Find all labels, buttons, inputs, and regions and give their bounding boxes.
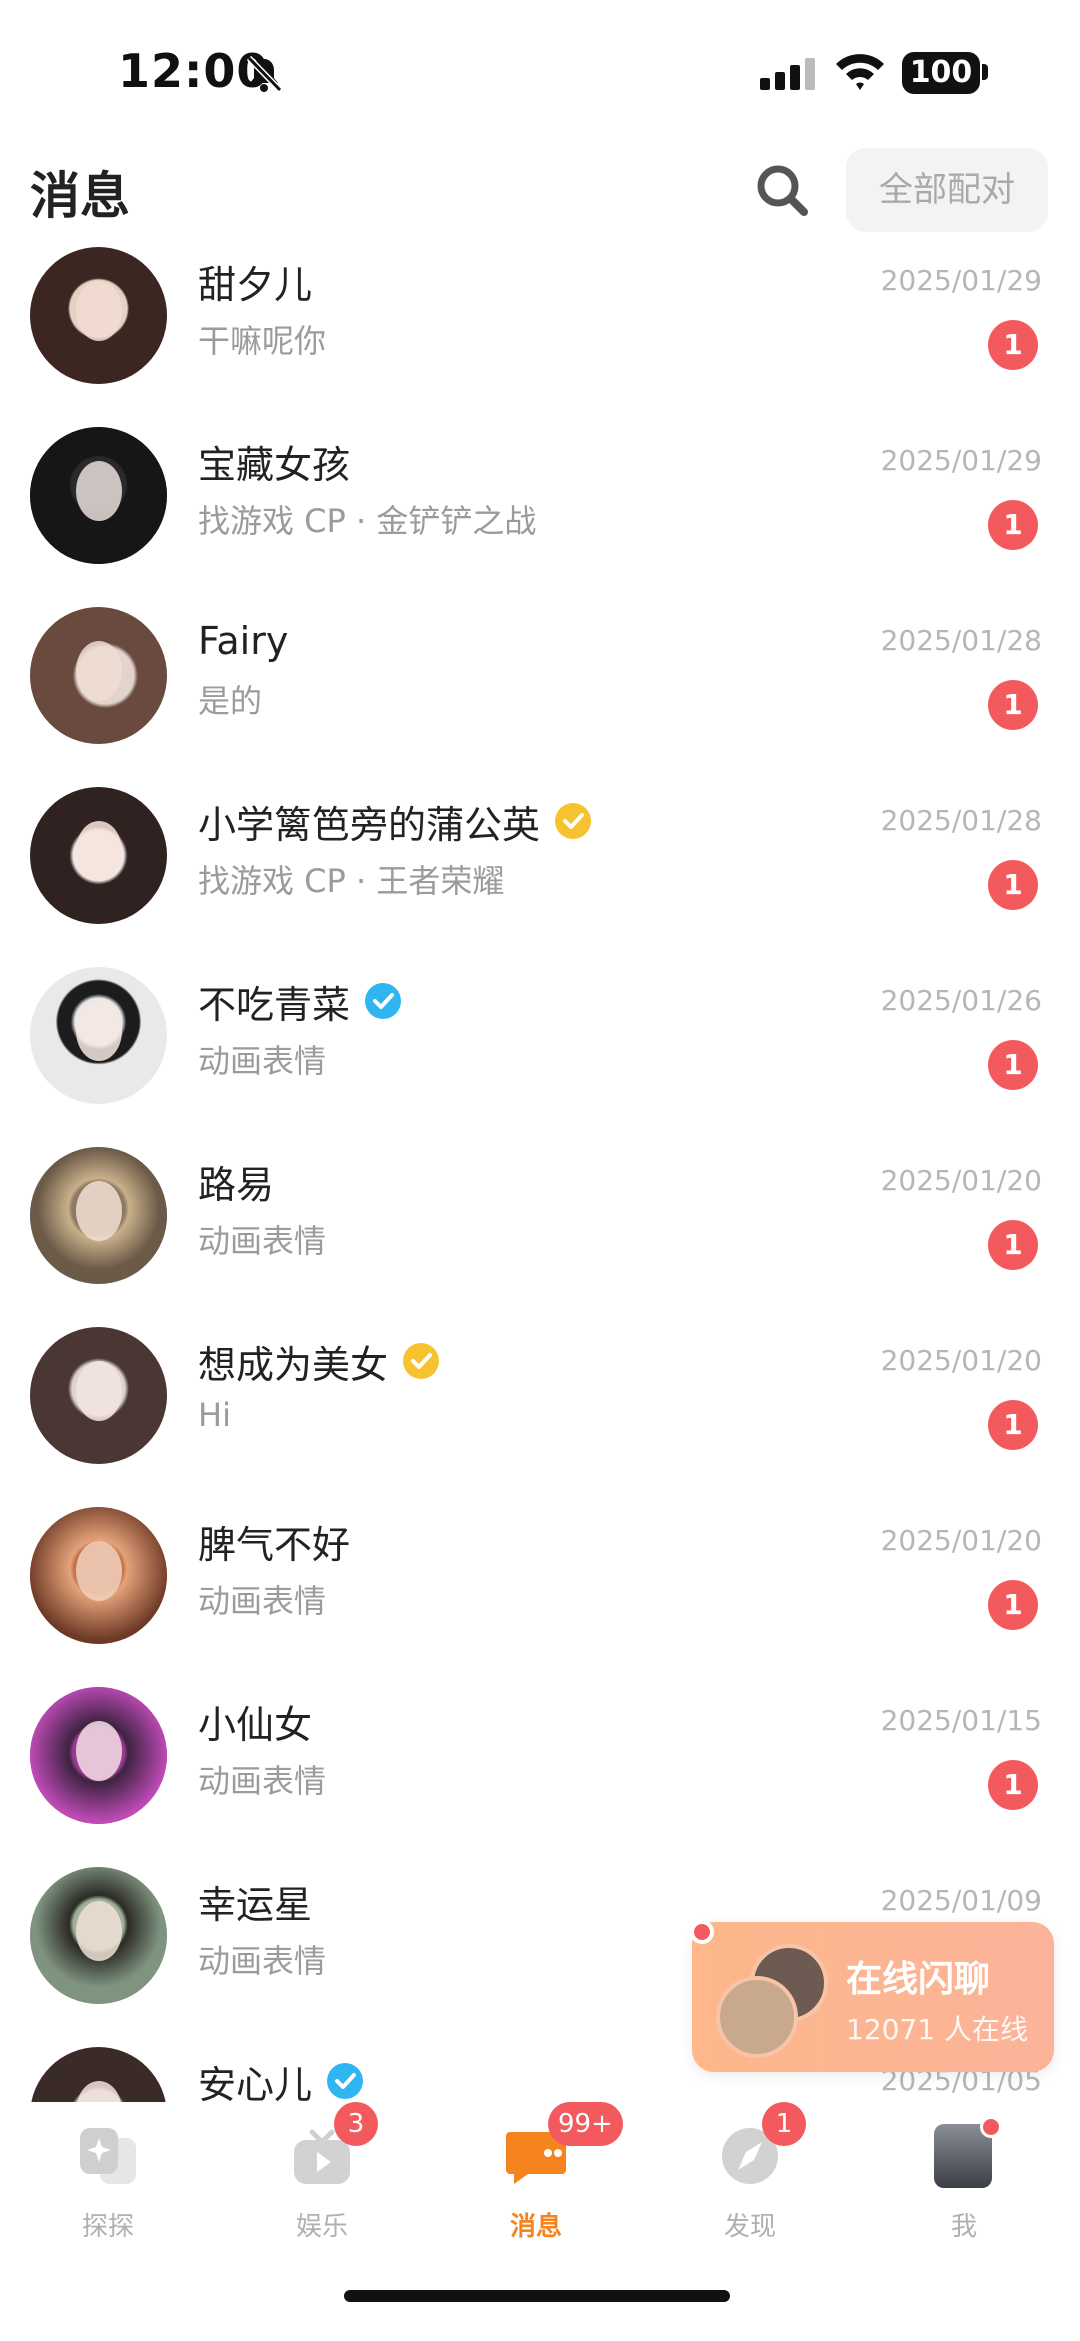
unread-badge: 1	[988, 320, 1038, 370]
unread-badge: 1	[988, 1040, 1038, 1090]
page-title: 消息	[30, 167, 130, 225]
bottom-tab-bar: 探探 3 娱乐 99+ 消息 1 发现 我	[0, 2102, 1080, 2341]
contact-name: 宝藏女孩	[198, 442, 351, 487]
cellular-signal-icon	[760, 58, 815, 90]
chat-item[interactable]: Fairy 是的 2025/01/28 1	[0, 604, 1080, 784]
online-chat-title: 在线闪聊	[846, 1959, 991, 2000]
verified-blue-icon	[327, 2063, 364, 2099]
message-date: 2025/01/20	[880, 1164, 1042, 1197]
verified-blue-icon	[365, 983, 402, 1019]
contact-name: 路易	[198, 1162, 275, 1207]
chat-item[interactable]: 甜夕儿 干嘛呢你 2025/01/29 1	[0, 244, 1080, 424]
chat-item[interactable]: 小仙女 动画表情 2025/01/15 1	[0, 1684, 1080, 1864]
message-preview: 动画表情	[198, 1942, 327, 1980]
message-date: 2025/01/28	[880, 804, 1042, 837]
message-date: 2025/01/15	[880, 1704, 1042, 1737]
sparkle-card-icon	[80, 2128, 136, 2184]
chat-item[interactable]: 路易 动画表情 2025/01/20 1	[0, 1144, 1080, 1324]
tab-label: 娱乐	[295, 2212, 348, 2242]
chat-item[interactable]: 想成为美女 Hi 2025/01/20 1	[0, 1324, 1080, 1504]
message-date: 2025/01/29	[880, 264, 1042, 297]
battery-indicator: 100	[902, 52, 980, 94]
contact-name: 想成为美女	[198, 1342, 389, 1387]
search-icon[interactable]	[752, 160, 812, 220]
message-preview: 动画表情	[198, 1582, 327, 1620]
unread-badge: 1	[988, 860, 1038, 910]
contact-name: 不吃青菜	[198, 982, 351, 1027]
notification-dot	[690, 1920, 714, 1944]
wifi-icon	[836, 54, 884, 90]
contact-name: 安心儿	[198, 2062, 313, 2103]
chat-item[interactable]: 宝藏女孩 找游戏 CP · 金铲铲之战 2025/01/29 1	[0, 424, 1080, 604]
header: 消息 全部配对	[0, 140, 1080, 240]
chat-item[interactable]: 不吃青菜 动画表情 2025/01/26 1	[0, 964, 1080, 1144]
tab-tantan[interactable]: 探探	[48, 2124, 168, 2254]
tab-badge: 99+	[548, 2102, 623, 2146]
tab-me[interactable]: 我	[904, 2116, 1024, 2254]
contact-name: 小学篱笆旁的蒲公英	[198, 802, 541, 847]
notification-dot	[980, 2116, 1002, 2138]
message-date: 2025/01/20	[880, 1524, 1042, 1557]
verified-gold-icon	[555, 803, 592, 839]
bell-muted-icon	[246, 55, 283, 93]
unread-badge: 1	[988, 1580, 1038, 1630]
tab-badge: 1	[762, 2102, 806, 2146]
status-bar: 12:00 100	[0, 0, 1080, 140]
unread-badge: 1	[988, 1760, 1038, 1810]
avatar	[30, 427, 167, 564]
message-preview: 是的	[198, 682, 263, 720]
online-count: 12071 人在线	[846, 2013, 1028, 2046]
battery-tip	[982, 64, 988, 80]
message-date: 2025/01/26	[880, 984, 1042, 1017]
unread-badge: 1	[988, 680, 1038, 730]
contact-name: 甜夕儿	[198, 262, 313, 307]
all-matches-button[interactable]: 全部配对	[846, 148, 1048, 232]
tab-label: 我	[950, 2212, 977, 2242]
contact-name: 幸运星	[198, 1882, 313, 1927]
message-date: 2025/01/28	[880, 624, 1042, 657]
tab-label: 探探	[81, 2212, 134, 2242]
online-user-avatar	[716, 1976, 798, 2058]
unread-badge: 1	[988, 1400, 1038, 1450]
avatar	[30, 967, 167, 1104]
contact-name: 脾气不好	[198, 1522, 351, 1567]
avatar	[30, 1147, 167, 1284]
avatar	[30, 1687, 167, 1824]
tab-discover[interactable]: 1 发现	[690, 2102, 810, 2254]
message-preview: 干嘛呢你	[198, 322, 327, 360]
message-date: 2025/01/29	[880, 444, 1042, 477]
chat-item[interactable]: 小学篱笆旁的蒲公英 找游戏 CP · 王者荣耀 2025/01/28 1	[0, 784, 1080, 964]
avatar	[30, 607, 167, 744]
home-indicator	[344, 2290, 730, 2302]
avatar	[30, 247, 167, 384]
tab-messages[interactable]: 99+ 消息	[476, 2102, 623, 2254]
message-preview: Hi	[198, 1396, 231, 1434]
message-preview: 找游戏 CP · 金铲铲之战	[198, 502, 537, 540]
message-preview: 动画表情	[198, 1762, 327, 1800]
avatar	[30, 787, 167, 924]
chat-item[interactable]: 脾气不好 动画表情 2025/01/20 1	[0, 1504, 1080, 1684]
tab-label: 发现	[723, 2212, 776, 2242]
message-date: 2025/01/09	[880, 1884, 1042, 1917]
avatar	[30, 2047, 167, 2102]
message-date: 2025/01/20	[880, 1344, 1042, 1377]
message-preview: 动画表情	[198, 1222, 327, 1260]
avatar	[30, 1327, 167, 1464]
message-preview: 动画表情	[198, 1042, 327, 1080]
unread-badge: 1	[988, 500, 1038, 550]
contact-name: Fairy	[198, 619, 289, 663]
avatar	[30, 1867, 167, 2004]
contact-name: 小仙女	[198, 1702, 313, 1747]
avatar	[30, 1507, 167, 1644]
verified-gold-icon	[403, 1343, 440, 1379]
message-preview: 找游戏 CP · 王者荣耀	[198, 862, 505, 900]
tab-entertainment[interactable]: 3 娱乐	[262, 2102, 382, 2254]
tab-label: 消息	[509, 2212, 562, 2242]
unread-badge: 1	[988, 1220, 1038, 1270]
chat-list[interactable]: 甜夕儿 干嘛呢你 2025/01/29 1 宝藏女孩 找游戏 CP · 金铲铲之…	[0, 240, 1080, 2102]
tab-badge: 3	[334, 2102, 378, 2146]
